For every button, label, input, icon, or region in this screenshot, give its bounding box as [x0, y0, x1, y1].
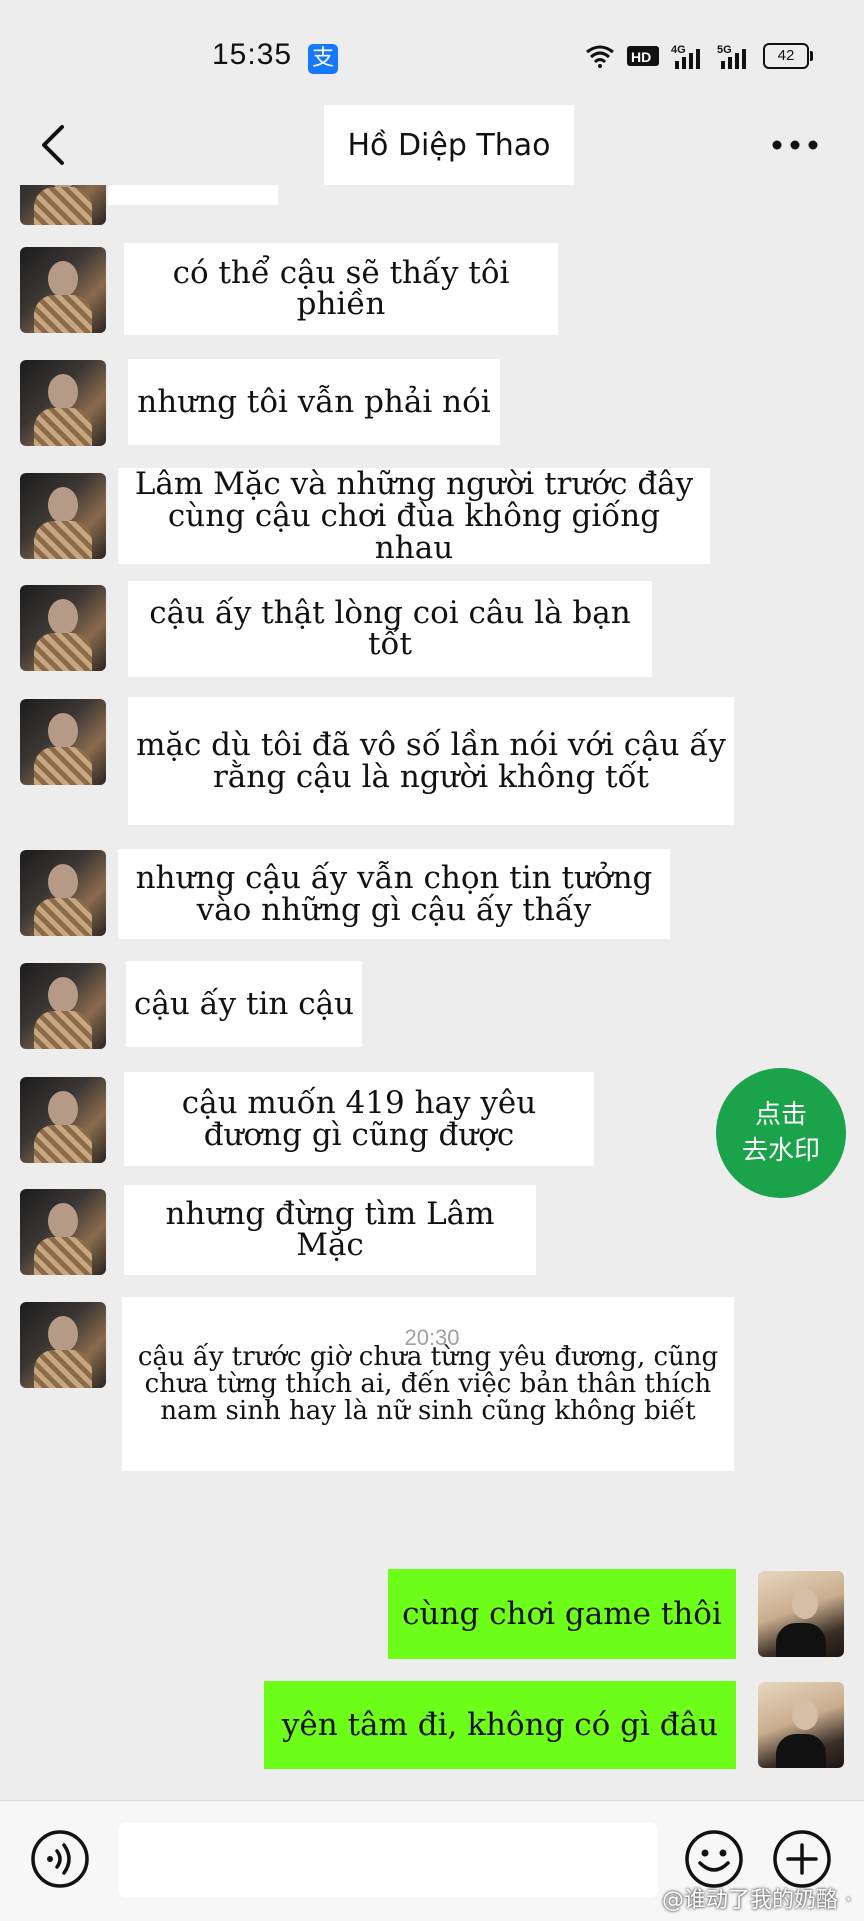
message-bubble[interactable]: mặc dù tôi đã vô số lần nói với cậu ấy r…: [128, 697, 734, 825]
remove-watermark-button[interactable]: 点击 去水印: [716, 1068, 846, 1198]
chevron-left-icon[interactable]: [36, 123, 76, 167]
status-bar: 15:35 支 HD 4G 5G 42: [0, 0, 864, 110]
message-timestamp: 20:30: [404, 1325, 460, 1350]
remove-watermark-label-2: 去水印: [741, 1136, 820, 1166]
message-list[interactable]: có thể cậu sẽ thấy tôi phiền nhưng tôi v…: [0, 185, 864, 1785]
contact-avatar[interactable]: [20, 185, 106, 225]
status-icons: HD 4G 5G 42: [585, 43, 813, 69]
contact-avatar[interactable]: [20, 585, 106, 671]
message-bubble[interactable]: cậu muốn 419 hay yêu đương gì cũng được: [124, 1072, 594, 1166]
hd-icon: HD: [627, 46, 659, 66]
alipay-icon: 支: [308, 44, 338, 74]
message-bubble[interactable]: Lâm Mặc và những người trước đây cùng cậ…: [118, 468, 710, 564]
remove-watermark-label-1: 点击: [754, 1100, 807, 1130]
contact-avatar[interactable]: [20, 1077, 106, 1163]
message-bubble[interactable]: cậu ấy tin cậu: [126, 961, 362, 1047]
message-bubble[interactable]: nhưng tôi vẫn phải nói: [128, 359, 500, 445]
svg-text:HD: HD: [631, 49, 651, 65]
my-message-bubble[interactable]: yên tâm đi, không có gì đâu: [264, 1681, 736, 1769]
wifi-icon: [586, 45, 614, 68]
my-avatar[interactable]: [758, 1682, 844, 1768]
emoji-icon[interactable]: [684, 1829, 744, 1889]
contact-avatar[interactable]: [20, 473, 106, 559]
my-avatar[interactable]: [758, 1571, 844, 1657]
my-message-bubble[interactable]: cùng chơi game thôi: [388, 1569, 736, 1659]
message-input[interactable]: [118, 1823, 658, 1897]
contact-avatar[interactable]: [20, 247, 106, 333]
contact-avatar[interactable]: [20, 850, 106, 936]
weibo-credit: @谁动了我的奶酪 ·: [662, 1888, 852, 1913]
message-bubble[interactable]: nhưng đừng tìm Lâm Mặc: [124, 1185, 536, 1275]
contact-avatar[interactable]: [20, 963, 106, 1049]
svg-text:4G: 4G: [671, 44, 686, 56]
svg-text:5G: 5G: [717, 44, 732, 56]
signal-4g-icon: 4G: [671, 44, 700, 69]
battery-indicator: 42: [763, 43, 813, 69]
signal-5g-icon: 5G: [717, 44, 746, 69]
plus-icon[interactable]: [772, 1829, 832, 1889]
message-bubble[interactable]: cậu ấy thật lòng coi câu là bạn tốt: [128, 581, 652, 677]
chat-header: Hồ Diệp Thao: [0, 105, 864, 185]
status-time: 15:35: [212, 38, 293, 71]
message-bubble[interactable]: cậu ấy trước giờ chưa từng yêu đương, cũ…: [122, 1297, 734, 1471]
more-dots-icon[interactable]: [772, 135, 818, 155]
message-bubble[interactable]: có thể cậu sẽ thấy tôi phiền: [124, 243, 558, 335]
chat-title: Hồ Diệp Thao: [324, 105, 574, 185]
contact-avatar[interactable]: [20, 699, 106, 785]
message-bubble[interactable]: nhưng cậu ấy vẫn chọn tin tưởng vào nhữn…: [118, 849, 670, 939]
contact-avatar[interactable]: [20, 360, 106, 446]
contact-avatar[interactable]: [20, 1189, 106, 1275]
message-bubble-partial: [108, 185, 278, 205]
voice-icon[interactable]: [30, 1829, 90, 1889]
